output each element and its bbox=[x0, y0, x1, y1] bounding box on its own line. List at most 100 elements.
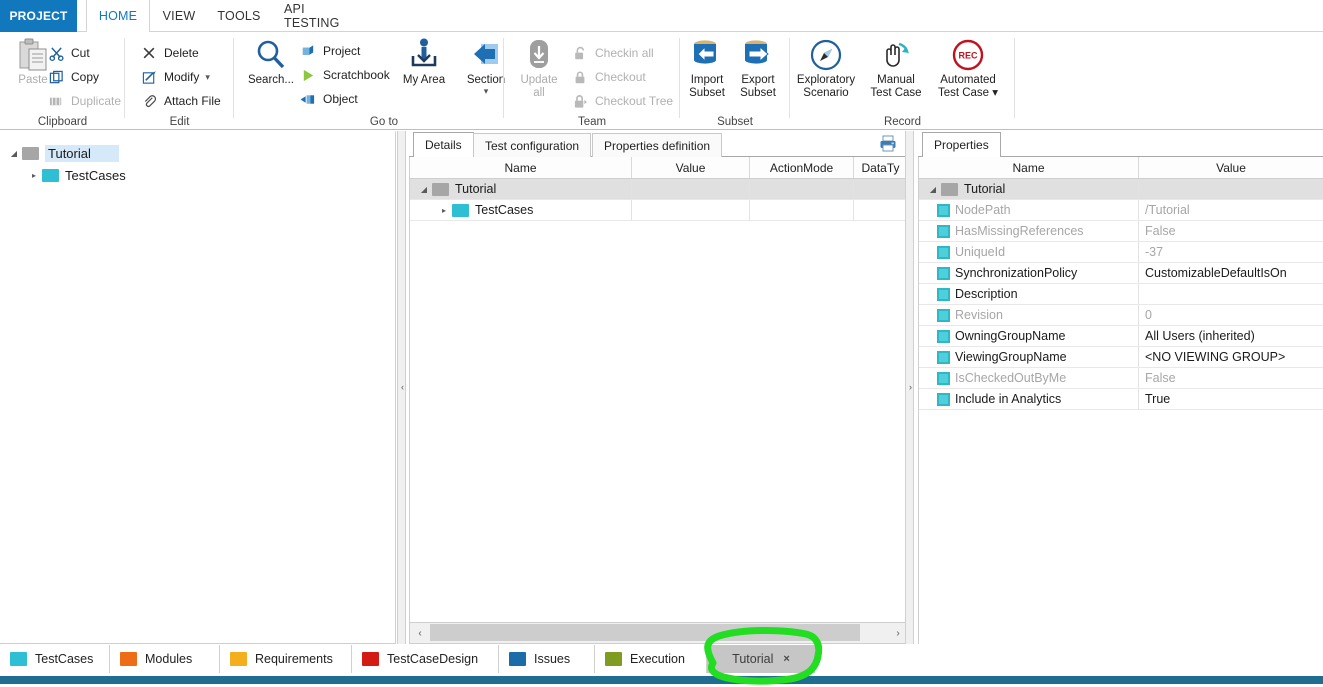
export-subset-button[interactable]: Export Subset bbox=[731, 36, 785, 108]
property-row-owninggroupname[interactable]: OwningGroupName All Users (inherited) bbox=[919, 326, 1323, 347]
cut-button[interactable]: Cut bbox=[46, 42, 90, 64]
property-value[interactable]: 0 bbox=[1139, 305, 1323, 325]
row-actionmode bbox=[750, 200, 854, 220]
property-value[interactable]: False bbox=[1139, 221, 1323, 241]
column-header-name[interactable]: Name bbox=[919, 157, 1139, 178]
update-all-label-line1: Update bbox=[520, 74, 558, 86]
modify-button[interactable]: Modify ▾ bbox=[139, 66, 210, 88]
details-panel: Details Test configuration Properties de… bbox=[409, 131, 909, 644]
import-subset-button[interactable]: Import Subset bbox=[680, 36, 734, 108]
column-header-datatype[interactable]: DataTy bbox=[854, 157, 908, 178]
left-splitter[interactable]: ‹ bbox=[397, 131, 406, 644]
modify-dropdown-caret[interactable]: ▾ bbox=[205, 72, 210, 83]
ribbon-tab-project[interactable]: PROJECT bbox=[0, 0, 77, 32]
goto-object-button[interactable]: Object bbox=[298, 88, 358, 110]
close-icon[interactable]: × bbox=[783, 653, 789, 665]
delete-button[interactable]: Delete bbox=[139, 42, 199, 64]
property-value[interactable]: -37 bbox=[1139, 242, 1323, 262]
property-value[interactable] bbox=[1139, 284, 1323, 304]
column-header-value[interactable]: Value bbox=[1139, 157, 1323, 178]
property-row-include-in-analytics[interactable]: Include in Analytics True bbox=[919, 389, 1323, 410]
automated-label-line2[interactable]: Test Case ▾ bbox=[938, 87, 998, 99]
checkin-all-button[interactable]: Checkin all bbox=[570, 42, 654, 64]
scrollbar-track[interactable] bbox=[430, 623, 888, 643]
tab-details[interactable]: Details bbox=[413, 132, 474, 157]
copy-button[interactable]: Copy bbox=[46, 66, 99, 88]
goto-project-button[interactable]: Project bbox=[298, 40, 360, 62]
property-row-ischeckedoutbyme[interactable]: IsCheckedOutByMe False bbox=[919, 368, 1323, 389]
tab-test-configuration[interactable]: Test configuration bbox=[473, 133, 592, 157]
property-value[interactable]: False bbox=[1139, 368, 1323, 388]
ribbon-tab-api-testing[interactable]: API TESTING bbox=[270, 0, 358, 32]
property-row-revision[interactable]: Revision 0 bbox=[919, 305, 1323, 326]
horizontal-scrollbar[interactable]: ‹ › bbox=[409, 622, 909, 644]
property-value[interactable]: CustomizableDefaultIsOn bbox=[1139, 263, 1323, 283]
expand-collapse-icon[interactable]: ◢ bbox=[925, 185, 941, 194]
property-row-synchronizationpolicy[interactable]: SynchronizationPolicy CustomizableDefaul… bbox=[919, 263, 1323, 284]
column-header-actionmode[interactable]: ActionMode bbox=[750, 157, 854, 178]
expand-collapse-icon[interactable]: ◢ bbox=[6, 149, 22, 158]
goto-scratchbook-button[interactable]: Scratchbook bbox=[298, 64, 390, 86]
automated-test-case-button[interactable]: REC Automated Test Case ▾ bbox=[930, 36, 1006, 108]
checkout-tree-button[interactable]: Checkout Tree bbox=[570, 90, 673, 112]
properties-grid-header: Name Value bbox=[919, 157, 1323, 179]
manual-test-case-button[interactable]: Manual Test Case bbox=[862, 36, 930, 108]
bottom-tab-issues[interactable]: Issues bbox=[499, 645, 595, 673]
section-dropdown-caret[interactable]: ▾ bbox=[484, 86, 489, 97]
project-tree-panel: ◢ Tutorial ▸ TestCases bbox=[0, 131, 396, 644]
table-row[interactable]: ◢ Tutorial bbox=[410, 179, 908, 200]
property-value[interactable]: True bbox=[1139, 389, 1323, 409]
collapse-left-chevron-icon[interactable]: ‹ bbox=[398, 376, 407, 398]
table-row[interactable]: ▸ TestCases bbox=[410, 200, 908, 221]
scrollbar-thumb[interactable] bbox=[430, 624, 860, 641]
property-row-description[interactable]: Description bbox=[919, 284, 1323, 305]
expand-collapse-icon[interactable]: ▸ bbox=[26, 171, 42, 180]
ribbon-tab-tools[interactable]: TOOLS bbox=[208, 0, 270, 32]
property-value[interactable]: /Tutorial bbox=[1139, 200, 1323, 220]
expand-collapse-icon[interactable]: ▸ bbox=[436, 206, 452, 215]
column-header-name[interactable]: Name bbox=[410, 157, 632, 178]
compass-icon bbox=[809, 36, 843, 74]
update-all-icon bbox=[524, 36, 554, 74]
column-header-value[interactable]: Value bbox=[632, 157, 750, 178]
ribbon-tab-view[interactable]: VIEW bbox=[150, 0, 208, 32]
bottom-tab-modules[interactable]: Modules bbox=[110, 645, 220, 673]
properties-group-row[interactable]: ◢ Tutorial bbox=[919, 179, 1323, 200]
scroll-left-button[interactable]: ‹ bbox=[410, 623, 430, 643]
tree-item-tutorial-label: Tutorial bbox=[45, 144, 119, 162]
document-tab-tutorial[interactable]: Tutorial × bbox=[707, 645, 815, 673]
row-name: TestCases bbox=[475, 203, 534, 217]
print-icon[interactable] bbox=[879, 135, 897, 155]
property-type-icon bbox=[937, 371, 950, 385]
right-splitter[interactable]: › bbox=[905, 131, 914, 644]
tree-item-testcases[interactable]: ▸ TestCases bbox=[0, 164, 395, 186]
duplicate-button[interactable]: Duplicate bbox=[46, 90, 121, 112]
my-area-button[interactable]: My Area bbox=[394, 36, 454, 108]
collapse-right-chevron-icon[interactable]: › bbox=[906, 376, 915, 398]
checkout-button[interactable]: Checkout bbox=[570, 66, 646, 88]
ribbon-tab-home[interactable]: HOME bbox=[86, 0, 150, 33]
bottom-tab-execution[interactable]: Execution bbox=[595, 645, 707, 673]
tab-properties[interactable]: Properties bbox=[922, 132, 1001, 157]
property-row-hasmissingreferences[interactable]: HasMissingReferences False bbox=[919, 221, 1323, 242]
bottom-tab-testcasedesign[interactable]: TestCaseDesign bbox=[352, 645, 499, 673]
tree-item-tutorial[interactable]: ◢ Tutorial bbox=[0, 142, 395, 164]
exploratory-scenario-button[interactable]: Exploratory Scenario bbox=[790, 36, 862, 108]
property-row-uniqueid[interactable]: UniqueId -37 bbox=[919, 242, 1323, 263]
search-button[interactable]: Search... bbox=[238, 36, 304, 108]
property-row-viewinggroupname[interactable]: ViewingGroupName <NO VIEWING GROUP> bbox=[919, 347, 1323, 368]
property-type-icon bbox=[937, 266, 950, 280]
property-row-nodepath[interactable]: NodePath /Tutorial bbox=[919, 200, 1323, 221]
property-value[interactable]: <NO VIEWING GROUP> bbox=[1139, 347, 1323, 367]
property-value[interactable]: All Users (inherited) bbox=[1139, 326, 1323, 346]
expand-collapse-icon[interactable]: ◢ bbox=[416, 185, 432, 194]
bottom-tab-bar: TestCases Modules Requirements TestCaseD… bbox=[0, 645, 1323, 675]
bottom-tab-testcases[interactable]: TestCases bbox=[0, 645, 110, 673]
folder-icon bbox=[605, 652, 622, 666]
ribbon-group-subset-label: Subset bbox=[717, 116, 753, 128]
update-all-button[interactable]: Update all bbox=[510, 36, 568, 108]
import-subset-label-line1: Import bbox=[690, 74, 724, 86]
attach-file-button[interactable]: Attach File bbox=[139, 90, 221, 112]
tab-properties-definition[interactable]: Properties definition bbox=[592, 133, 723, 157]
bottom-tab-requirements[interactable]: Requirements bbox=[220, 645, 352, 673]
